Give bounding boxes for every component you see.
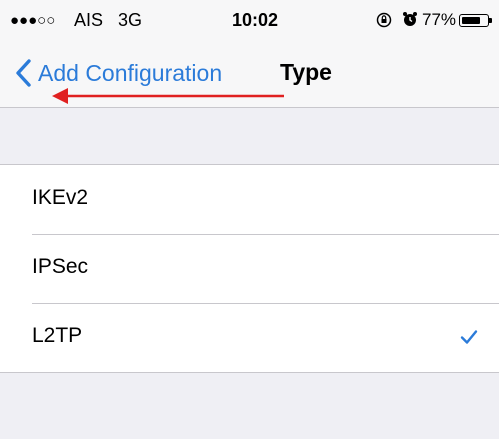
signal-strength: ●●●○○ [10,12,56,29]
orientation-lock-icon [376,12,392,28]
checkmark-icon [460,330,478,344]
list-item-label: IPSec [32,255,89,278]
back-button-label: Add Configuration [38,59,223,86]
status-bar: ●●●○○ AIS 3G 10:02 77% [0,0,499,42]
battery-fill [461,16,480,24]
network-type: 3G [118,10,143,30]
alarm-icon [402,11,418,27]
battery-tip [489,18,492,23]
page-title: Type [280,59,332,85]
list-item-label: L2TP [32,324,83,347]
vpn-type-screen: ●●●○○ AIS 3G 10:02 77% Add Configuration… [0,0,499,439]
list-item-label: IKEv2 [32,186,89,209]
chevron-left-icon [16,59,31,87]
battery-percent: 77% [422,10,457,29]
top-bar: ●●●○○ AIS 3G 10:02 77% Add Configuration… [0,0,499,108]
annotation-arrow-icon [52,88,284,104]
carrier-name: AIS [74,10,104,30]
status-time: 10:02 [232,10,279,30]
battery-icon [459,14,489,27]
vpn-type-list: IKEv2 IPSec L2TP [0,164,499,373]
list-item[interactable]: IKEv2 [0,165,499,234]
list-item[interactable]: L2TP [0,303,499,372]
list-item[interactable]: IPSec [0,234,499,303]
